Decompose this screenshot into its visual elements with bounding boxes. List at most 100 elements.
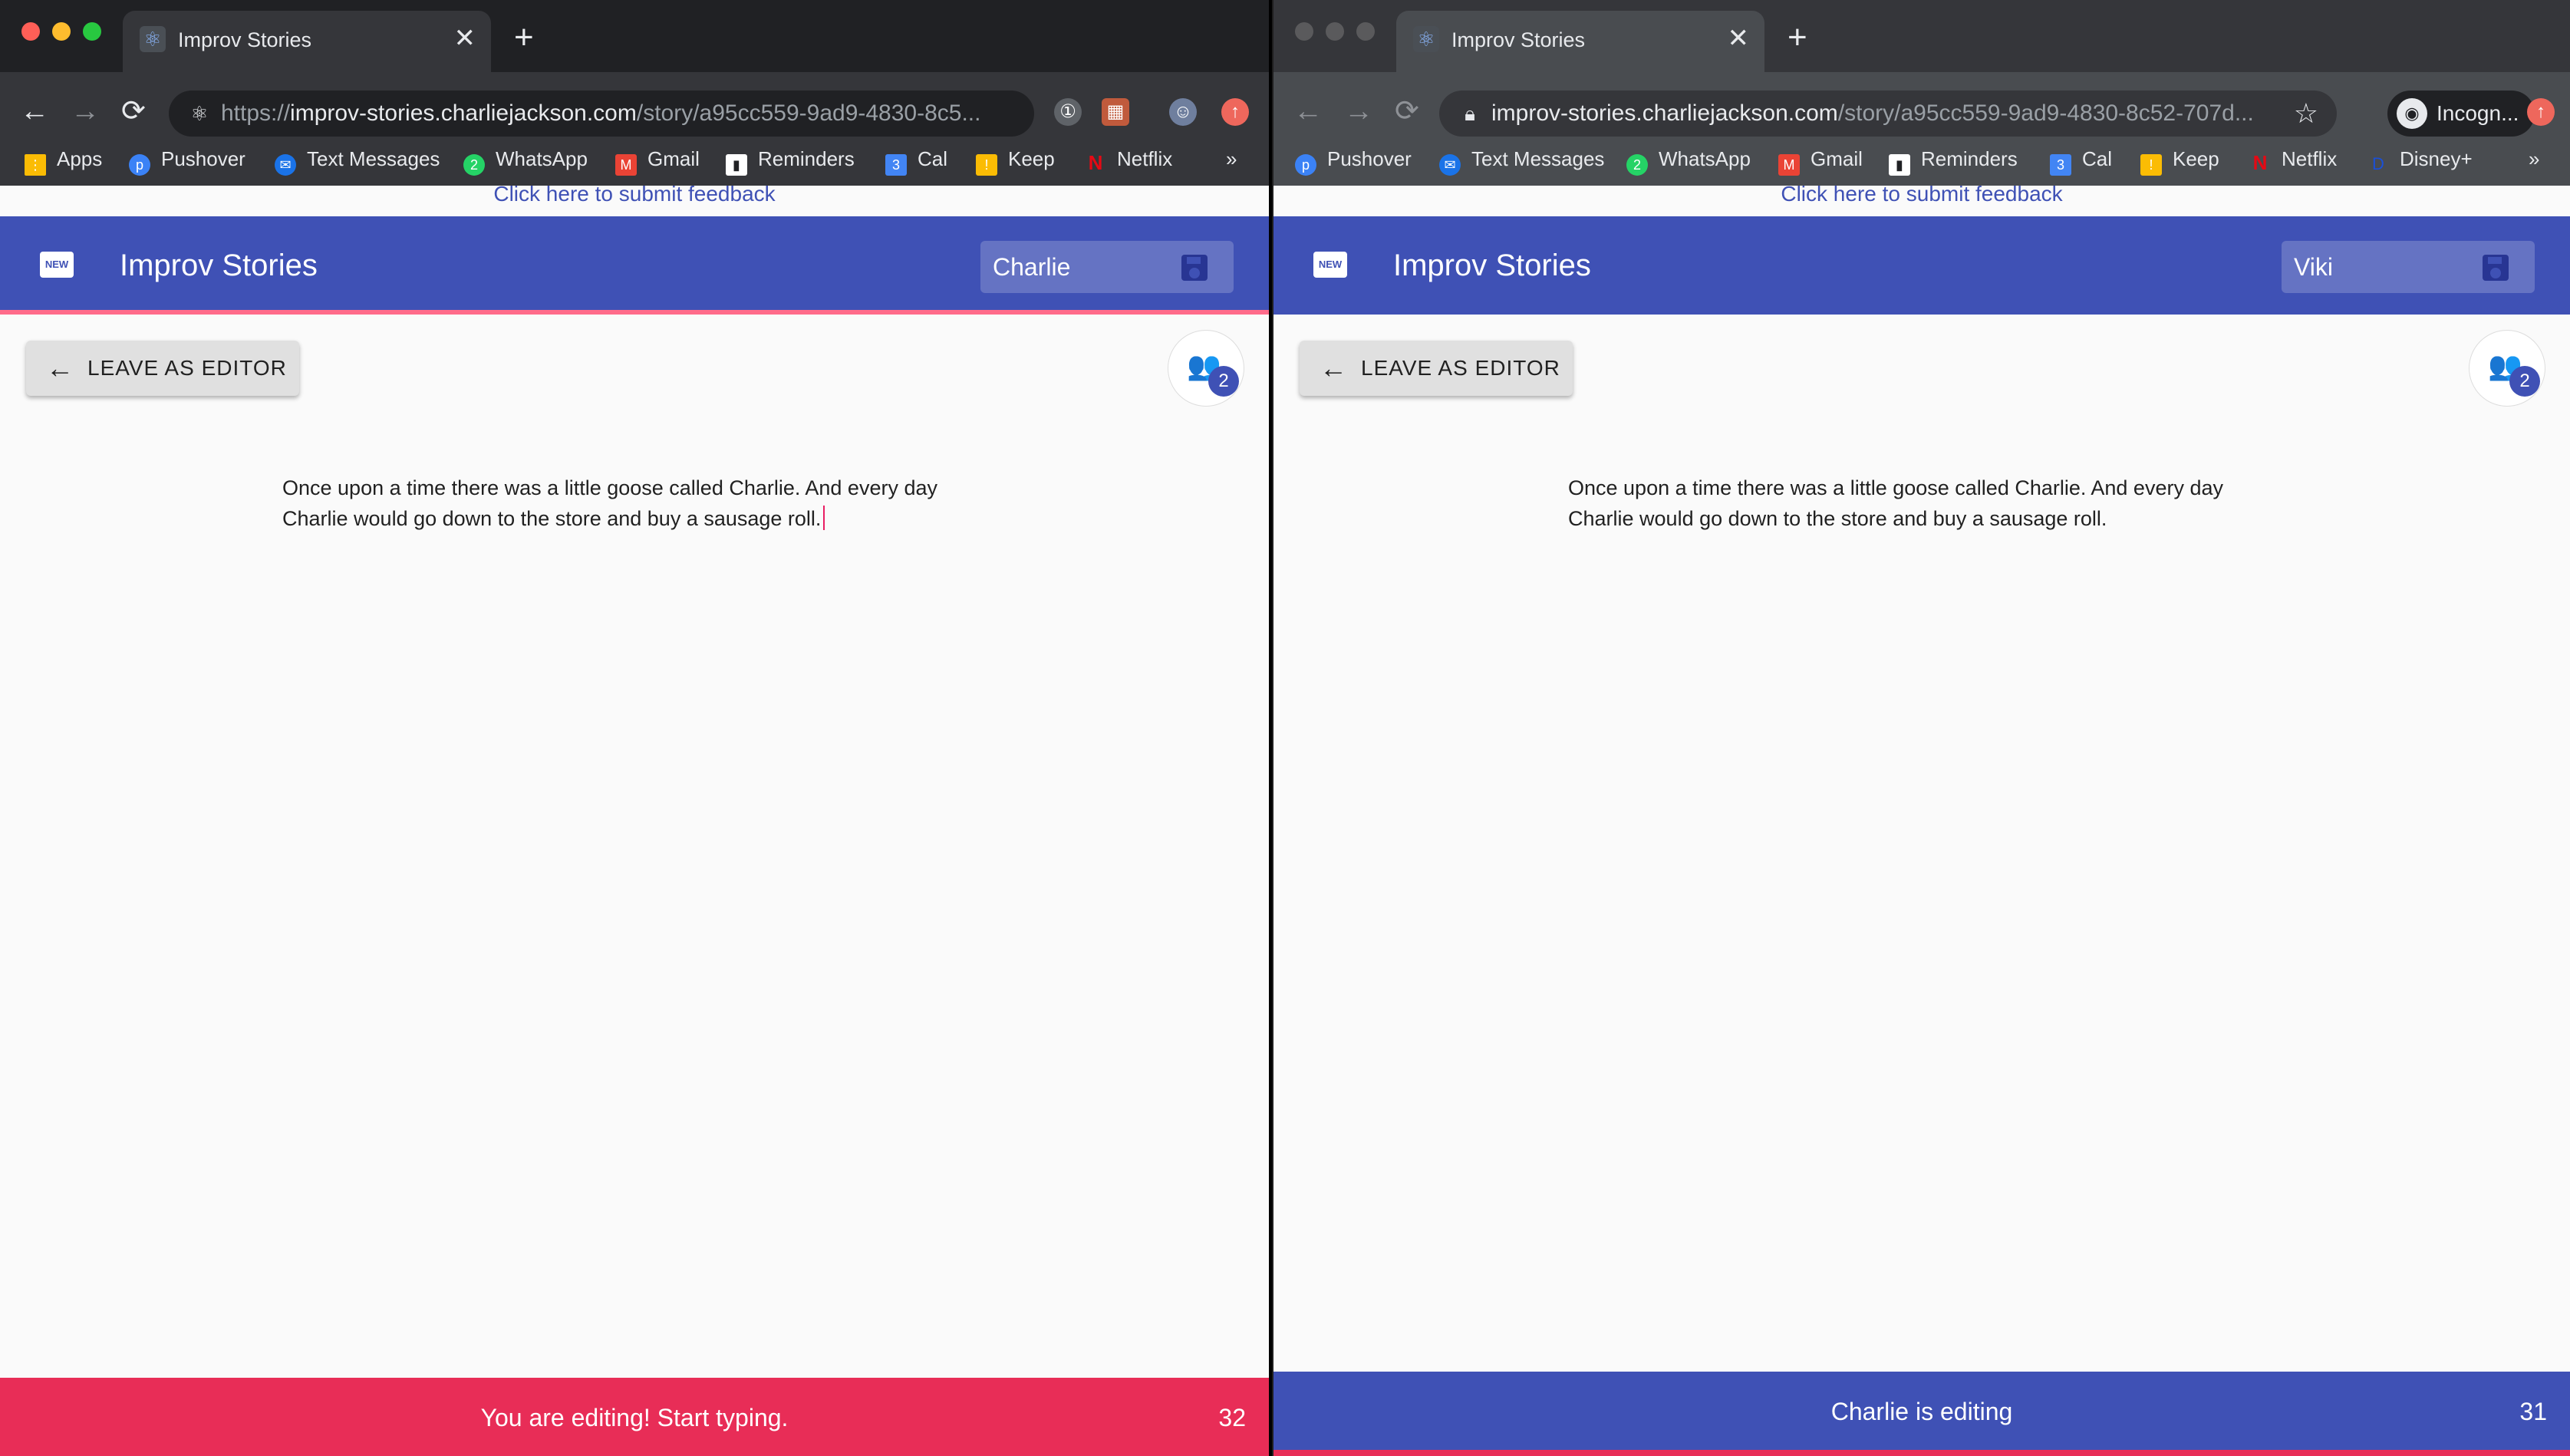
browser-window-right: ⚛ Improv Stories ✕ + ← → ⟳ 🔒︎ improv-sto… (1273, 0, 2570, 1456)
update-icon[interactable]: ↑ (1221, 98, 1249, 126)
bookmark-label: Keep (2173, 147, 2219, 170)
zoom-window-button[interactable] (83, 22, 101, 41)
whatsapp-icon: 2 (1626, 154, 1648, 176)
bookmark-gmail[interactable]: M Gmail (1778, 146, 1863, 176)
tab-title: Improv Stories (178, 28, 312, 51)
bookmarks-bar: p Pushover ✉ Text Messages 2 WhatsApp M Gmai… (1273, 138, 2570, 176)
bookmark-label: Keep (1008, 147, 1055, 170)
forward-icon[interactable]: → (71, 91, 100, 132)
bookmark-label: Text Messages (1471, 147, 1605, 170)
minimize-window-button[interactable] (52, 22, 71, 41)
app-bar: NEW Improv Stories (0, 216, 1269, 315)
site-info-icon[interactable]: ⚛ (187, 101, 212, 126)
reminders-icon: ▮ (1889, 154, 1910, 176)
status-bar: You are editing! Start typing. 32 (0, 1378, 1269, 1456)
reminders-icon: ▮ (726, 154, 747, 176)
more-bookmarks-button[interactable]: » (2529, 146, 2539, 172)
bookmark-netflix[interactable]: N Netflix (2249, 146, 2338, 173)
story-text: Once upon a time there was a little goos… (1568, 473, 2274, 534)
bookmark-label: WhatsApp (496, 147, 588, 170)
bookmark-disney[interactable]: D Disney+ (2367, 146, 2473, 175)
users-badge[interactable]: 👥 2 (2469, 330, 2545, 407)
keep-icon: ! (976, 154, 997, 176)
tab-close-icon[interactable]: ✕ (1728, 23, 1750, 54)
name-input[interactable] (2294, 252, 2478, 282)
bookmark-label: Reminders (1921, 147, 2018, 170)
back-icon[interactable]: ← (1293, 91, 1323, 132)
app-bar: NEW Improv Stories (1273, 216, 2570, 315)
update-icon[interactable]: ↑ (2527, 98, 2555, 126)
bookmark-apps[interactable]: ⋮ Apps (25, 146, 102, 176)
address-bar[interactable]: ⚛ https://improv-stories.charliejackson.… (169, 91, 1034, 137)
bookmark-star-icon[interactable]: ☆ (2294, 98, 2318, 129)
password-extension-icon[interactable]: ① (1054, 98, 1082, 126)
bookmark-netflix[interactable]: N Netflix (1085, 146, 1173, 173)
bookmark-label: Netflix (2282, 147, 2338, 170)
bookmark-pushover[interactable]: p Pushover (129, 146, 245, 176)
bookmark-gmail[interactable]: M Gmail (615, 146, 700, 176)
feedback-link[interactable]: Click here to submit feedback (1273, 178, 2570, 210)
zoom-window-button[interactable] (1356, 22, 1375, 41)
react-favicon-icon: ⚛ (1413, 26, 1439, 52)
save-icon[interactable] (2483, 255, 2509, 281)
profile-avatar[interactable]: ☺ (1169, 98, 1197, 126)
arrow-back-icon: ← (1320, 352, 1347, 384)
feedback-link[interactable]: Click here to submit feedback (0, 178, 1269, 210)
minimize-window-button[interactable] (1326, 22, 1344, 41)
url-scheme: https:// (221, 100, 291, 126)
react-favicon-icon: ⚛ (140, 26, 166, 52)
arrow-back-icon: ← (46, 352, 74, 384)
editing-indicator-line (1273, 1450, 2570, 1456)
address-bar[interactable]: 🔒︎ improv-stories.charliejackson.com/sto… (1439, 91, 2337, 137)
new-tab-button[interactable]: + (514, 18, 534, 57)
browser-tab[interactable]: ⚛ Improv Stories ✕ (123, 11, 491, 72)
bookmark-text-messages[interactable]: ✉ Text Messages (1439, 146, 1604, 176)
bookmark-cal[interactable]: 3 Cal (885, 146, 947, 176)
name-field[interactable] (980, 241, 1234, 293)
new-story-icon[interactable]: NEW (40, 252, 74, 278)
url-host: improv-stories.charliejackson.com (1491, 100, 1838, 126)
leave-as-editor-button[interactable]: ← LEAVE AS EDITOR (26, 341, 299, 396)
leave-as-editor-button[interactable]: ← LEAVE AS EDITOR (1300, 341, 1573, 396)
browser-tab[interactable]: ⚛ Improv Stories ✕ (1396, 11, 1764, 72)
bookmark-pushover[interactable]: p Pushover (1295, 146, 1412, 176)
bookmark-text-messages[interactable]: ✉ Text Messages (275, 146, 440, 176)
tab-close-icon[interactable]: ✕ (454, 23, 476, 54)
close-window-button[interactable] (1295, 22, 1313, 41)
name-input[interactable] (993, 252, 1177, 282)
color-extension-icon[interactable]: ▦ (1102, 98, 1129, 126)
user-count: 2 (2509, 366, 2540, 397)
tab-title: Improv Stories (1451, 28, 1586, 51)
reload-icon[interactable]: ⟳ (1395, 91, 1419, 132)
save-icon[interactable] (1181, 255, 1208, 281)
lock-icon[interactable]: 🔒︎ (1458, 101, 1482, 126)
forward-icon[interactable]: → (1344, 91, 1373, 132)
bookmark-label: Netflix (1117, 147, 1173, 170)
bookmark-cal[interactable]: 3 Cal (2050, 146, 2112, 176)
bookmark-whatsapp[interactable]: 2 WhatsApp (463, 146, 588, 176)
messages-icon: ✉ (275, 154, 296, 176)
close-window-button[interactable] (21, 22, 40, 41)
app-title: Improv Stories (1393, 249, 1591, 282)
name-field[interactable] (2282, 241, 2535, 293)
incognito-indicator[interactable]: ◉ Incogn... (2387, 91, 2535, 137)
bookmark-label: Cal (918, 147, 948, 170)
new-tab-button[interactable]: + (1787, 18, 1807, 57)
bookmarks-bar: ⋮ Apps p Pushover ✉ Text Messages 2 WhatsApp… (0, 138, 1269, 176)
status-message: Charlie is editing (1830, 1398, 2013, 1425)
back-icon[interactable]: ← (20, 91, 49, 132)
bookmark-reminders[interactable]: ▮ Reminders (726, 146, 855, 176)
bookmark-reminders[interactable]: ▮ Reminders (1889, 146, 2018, 176)
bookmark-label: Disney+ (2400, 147, 2473, 170)
more-bookmarks-button[interactable]: » (1226, 146, 1237, 172)
browser-window-left: ⚛ Improv Stories ✕ + ← → ⟳ ⚛ https://imp… (0, 0, 1272, 1456)
bookmark-keep[interactable]: ! Keep (2140, 146, 2219, 176)
app-title: Improv Stories (120, 249, 318, 282)
users-badge[interactable]: 👥 2 (1168, 330, 1244, 407)
story-text[interactable]: Once upon a time there was a little goos… (282, 473, 988, 534)
reload-icon[interactable]: ⟳ (121, 91, 146, 132)
bookmark-label: Text Messages (307, 147, 440, 170)
new-story-icon[interactable]: NEW (1313, 252, 1347, 278)
bookmark-keep[interactable]: ! Keep (976, 146, 1055, 176)
bookmark-whatsapp[interactable]: 2 WhatsApp (1626, 146, 1751, 176)
